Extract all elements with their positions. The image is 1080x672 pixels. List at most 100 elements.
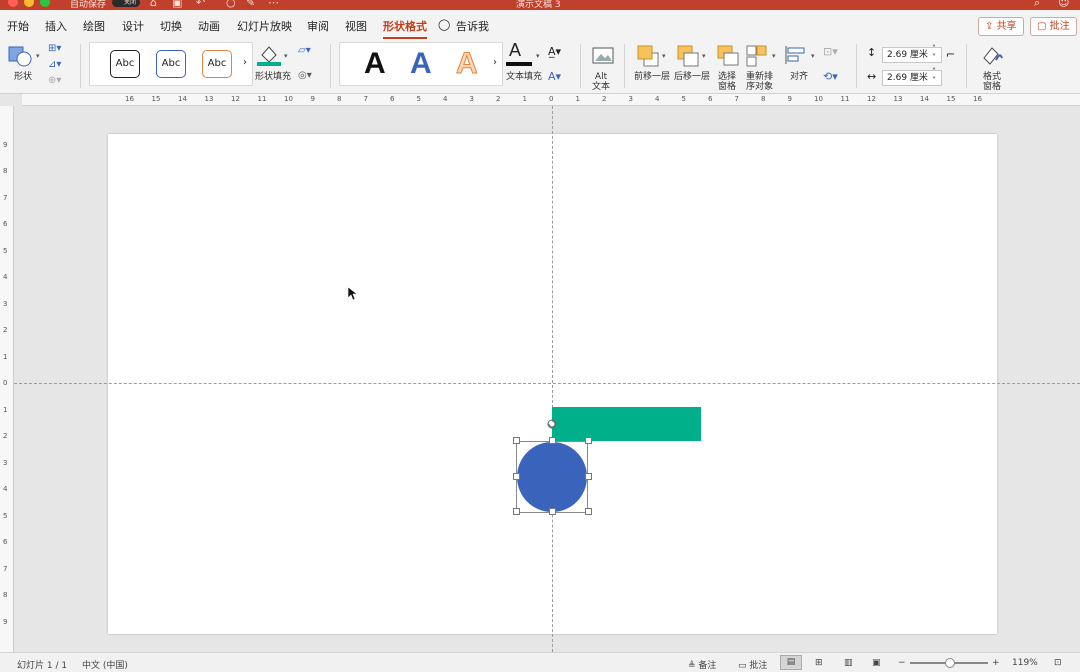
- zoom-out-icon[interactable]: −: [898, 658, 906, 668]
- format-pane-icon[interactable]: [980, 44, 1004, 68]
- vruler-label: 4: [3, 273, 8, 281]
- fit-to-window-icon[interactable]: ⊡: [1054, 658, 1062, 668]
- wordart-sample-blue[interactable]: A: [410, 47, 432, 81]
- wordart-sample-black[interactable]: A: [364, 47, 386, 81]
- edit-icon[interactable]: ✎: [246, 0, 255, 9]
- group-icon[interactable]: ⊡▾: [823, 45, 838, 58]
- style-sample-orange[interactable]: Abc: [202, 50, 232, 78]
- tab-view[interactable]: 视图: [345, 18, 367, 34]
- comments-button[interactable]: ▢ 批注: [1030, 17, 1077, 36]
- text-box-icon[interactable]: ⊞▾: [48, 43, 61, 54]
- selection-box: [516, 441, 588, 513]
- normal-view-icon[interactable]: ▤: [780, 655, 802, 670]
- vruler-label: 7: [3, 564, 8, 573]
- zoom-window-button[interactable]: [40, 0, 50, 7]
- ruler-label: 8: [337, 95, 342, 103]
- reorder-objects-icon[interactable]: [745, 44, 769, 68]
- vruler-label: 1: [3, 352, 8, 361]
- text-fill-label: 文本填充: [506, 72, 543, 82]
- tell-me-search[interactable]: 告诉我: [456, 18, 489, 34]
- shape-fill-icon[interactable]: [256, 43, 282, 67]
- wordart-sample-orange[interactable]: A: [456, 47, 479, 81]
- style-sample-blue[interactable]: Abc: [156, 50, 186, 78]
- share-button[interactable]: ⇪ 共享: [978, 17, 1024, 36]
- reading-view-icon[interactable]: ▥: [844, 658, 853, 668]
- horizontal-guide[interactable]: [14, 383, 1080, 384]
- resize-handle-top-right[interactable]: [585, 437, 592, 444]
- language-indicator[interactable]: 中文 (中国): [82, 658, 128, 671]
- resize-handle-right[interactable]: [585, 473, 592, 480]
- text-effects-icon[interactable]: A▾: [548, 70, 561, 83]
- shapes-icon[interactable]: [8, 44, 34, 68]
- lock-aspect-icon[interactable]: ⌐: [946, 48, 955, 61]
- redo-icon[interactable]: ○: [226, 0, 236, 9]
- ruler-label: 4: [443, 95, 448, 103]
- alt-text-icon[interactable]: [592, 46, 614, 66]
- gallery-expand-icon[interactable]: ›: [243, 57, 247, 68]
- vruler-label: 0: [3, 379, 8, 387]
- autosave-toggle[interactable]: 关闭: [112, 0, 140, 7]
- resize-handle-bottom[interactable]: [549, 508, 556, 515]
- tab-slideshow[interactable]: 幻灯片放映: [237, 18, 292, 34]
- resize-handle-bottom-right[interactable]: [585, 508, 592, 515]
- resize-handle-top-left[interactable]: [513, 437, 520, 444]
- send-backward-label: 后移一层: [674, 72, 711, 82]
- width-stepper[interactable]: ˄ ˅: [932, 67, 936, 85]
- autosave-label: 自动保存: [70, 0, 107, 10]
- shape-outline-icon[interactable]: ▱▾: [298, 45, 311, 56]
- ruler-label: 0: [549, 95, 554, 103]
- tab-review[interactable]: 审阅: [307, 18, 329, 34]
- style-sample-dark[interactable]: Abc: [110, 50, 140, 78]
- text-fill-icon[interactable]: A: [509, 40, 521, 61]
- ruler-label: 14: [178, 95, 187, 103]
- notes-button[interactable]: ≜ 备注: [688, 658, 716, 671]
- height-stepper[interactable]: ˄ ˅: [932, 44, 936, 62]
- zoom-in-icon[interactable]: +: [992, 658, 1000, 668]
- tab-design[interactable]: 设计: [122, 18, 144, 34]
- tab-transitions[interactable]: 切换: [160, 18, 182, 34]
- ruler-label: 15: [151, 95, 161, 103]
- close-window-button[interactable]: [8, 0, 18, 7]
- tab-insert[interactable]: 插入: [45, 18, 67, 34]
- status-comments-button[interactable]: ▭ 批注: [738, 658, 767, 671]
- edit-shape-icon[interactable]: ⊿▾: [48, 59, 61, 70]
- vruler-label: 2: [3, 432, 8, 440]
- text-outline-icon[interactable]: A̲▾: [548, 45, 561, 58]
- slideshow-view-icon[interactable]: ▣: [872, 658, 881, 668]
- zoom-level[interactable]: 119%: [1012, 658, 1038, 668]
- send-backward-icon[interactable]: [676, 44, 700, 68]
- ruler-label: 12: [231, 95, 240, 103]
- merge-shapes-icon[interactable]: ⊕▾: [48, 75, 61, 86]
- shape-effects-icon[interactable]: ◎▾: [298, 70, 312, 81]
- bring-forward-icon[interactable]: [636, 44, 660, 68]
- tab-animations[interactable]: 动画: [198, 18, 220, 34]
- save-icon[interactable]: ▣: [172, 0, 182, 9]
- shape-width-icon: ↔: [867, 70, 877, 83]
- slide-counter: 幻灯片 1 / 1: [17, 661, 68, 671]
- zoom-slider-thumb[interactable]: [945, 658, 955, 668]
- rotate-handle-icon[interactable]: [546, 418, 558, 430]
- align-icon[interactable]: [784, 44, 808, 66]
- format-pane-label: 格式 窗格: [983, 72, 1002, 92]
- resize-handle-left[interactable]: [513, 473, 520, 480]
- selection-pane-icon[interactable]: [716, 44, 740, 68]
- resize-handle-bottom-left[interactable]: [513, 508, 520, 515]
- ruler-label: 2: [602, 95, 607, 103]
- tab-home[interactable]: 开始: [7, 18, 29, 34]
- home-icon[interactable]: ⌂: [150, 0, 157, 9]
- resize-handle-top[interactable]: [549, 437, 556, 444]
- account-icon[interactable]: ☺: [1058, 0, 1069, 9]
- more-icon[interactable]: ⋯: [268, 0, 279, 9]
- tab-shape-format[interactable]: 形状格式: [383, 18, 427, 39]
- slide-sorter-icon[interactable]: ⊞: [815, 658, 823, 668]
- vruler-label: 9: [3, 140, 8, 149]
- minimize-window-button[interactable]: [24, 0, 34, 7]
- tab-draw[interactable]: 绘图: [83, 18, 105, 34]
- wordart-expand-icon[interactable]: ›: [493, 57, 497, 68]
- undo-icon[interactable]: ↶: [196, 0, 205, 9]
- search-icon[interactable]: ⌕: [1034, 0, 1040, 10]
- rotate-icon[interactable]: ⟲▾: [823, 70, 838, 83]
- share-icon: ⇪: [985, 21, 997, 32]
- vertical-guide[interactable]: [552, 106, 553, 652]
- green-rectangle[interactable]: [552, 407, 701, 441]
